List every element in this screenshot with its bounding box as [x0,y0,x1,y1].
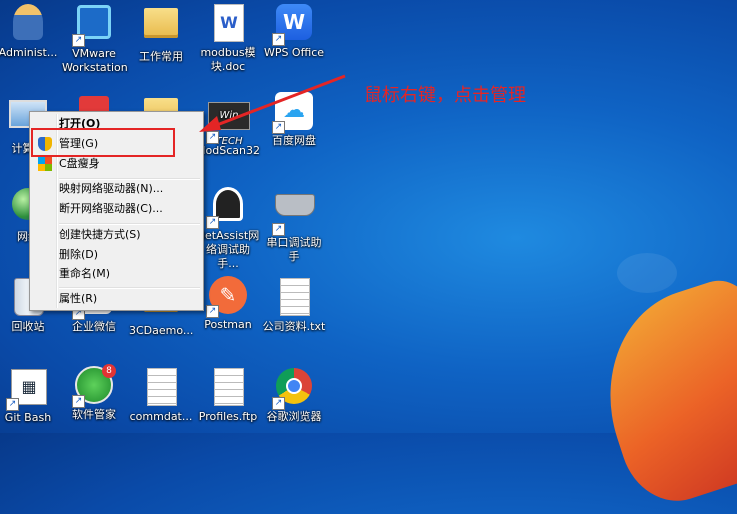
vmware-icon: ↗ [72,5,114,47]
desktop-icon-netassist[interactable]: ↗ NetAssist网络调试助手... [196,184,260,271]
icon-label: commdat... [129,410,193,423]
windows-icon [38,157,52,171]
icon-label: 回收站 [11,320,45,333]
menu-item-c-slim[interactable]: C盘瘦身 [32,154,201,174]
desktop-icon-administrator[interactable]: Administ... [0,2,60,60]
menu-item-label: 映射网络驱动器(N)... [59,182,164,195]
text-file-icon [141,368,181,408]
menu-item-rename[interactable]: 重命名(M) [32,264,201,284]
desktop-icon-profiles-ftp[interactable]: Profiles.ftp [196,366,260,424]
wps-icon: W ↗ [272,4,314,46]
annotation-arrow-icon [199,74,346,132]
desktop-icon-wps[interactable]: W ↗ WPS Office [262,2,326,60]
menu-item-label: C盘瘦身 [59,157,100,170]
icon-label: 谷歌浏览器 [266,410,322,423]
icon-label: Administ... [0,46,58,59]
icon-label: WPS Office [263,46,325,59]
desktop-icon-serial-assistant[interactable]: ↗ 串口调试助手 [262,184,326,264]
chrome-icon: ↗ [272,368,314,410]
user-folder-icon [8,4,48,44]
annotation-text: 鼠标右键，点击管理 [364,85,526,106]
serial-port-icon: ↗ [272,194,315,236]
folder-icon [141,8,181,48]
highlight-box-manage [31,128,175,157]
menu-item-label: 创建快捷方式(S) [59,228,141,241]
menu-item-disconnect-drive[interactable]: 断开网络驱动器(C)... [32,199,201,219]
desktop-icon-vmware[interactable]: ↗ VMware Workstation [62,2,128,75]
icon-label: VMware Workstation [62,47,128,74]
desktop-icon-chrome[interactable]: ↗ 谷歌浏览器 [262,366,326,424]
menu-item-delete[interactable]: 删除(D) [32,245,201,265]
icon-label: 公司资料.txt [262,320,326,333]
icon-label: 3CDaemo... [129,324,194,337]
network-tool-icon: ↗ [206,187,248,229]
menu-item-label: 属性(R) [59,292,98,305]
desktop-icon-commdat[interactable]: commdat... [129,366,193,424]
menu-item-label: 断开网络驱动器(C)... [59,202,163,215]
menu-item-label: 删除(D) [59,248,99,261]
icon-label: 串口调试助手 [266,236,322,263]
icon-label: Git Bash [4,411,52,424]
menu-item-label: 重命名(M) [59,267,111,280]
desktop-icon-company-txt[interactable]: 公司资料.txt [262,276,326,334]
desktop-icon-modbus-doc[interactable]: W modbus模块.doc [196,2,260,74]
desktop-icon-postman[interactable]: ✎ ↗ Postman [196,276,260,332]
icon-label: 企业微信 [72,320,116,333]
desktop-icon-pc-manager[interactable]: 8 ↗ 软件管家 [62,364,126,422]
icon-label: 工作常用 [139,50,183,63]
postman-icon: ✎ ↗ [206,276,248,318]
menu-item-properties[interactable]: 属性(R) [32,289,201,309]
text-file-icon [274,278,314,318]
icon-label: NetAssist网络调试助手... [196,229,260,270]
desktop-icon-git-bash[interactable]: ▦ ↗ Git Bash [0,366,60,425]
word-doc-icon: W [208,4,248,44]
icon-label: Postman [204,318,252,331]
windows-wallpaper-flag [580,271,737,514]
menu-item-create-shortcut[interactable]: 创建快捷方式(S) [32,225,201,245]
wallpaper-glow [617,253,677,293]
menu-item-map-drive[interactable]: 映射网络驱动器(N)... [32,179,201,199]
git-bash-icon: ▦ ↗ [6,369,48,411]
desktop-icon-work-common[interactable]: 工作常用 [129,2,193,64]
icon-label: Profiles.ftp [198,410,258,423]
pc-manager-icon: 8 ↗ [72,364,116,408]
text-file-icon [208,368,248,408]
notification-badge: 8 [102,364,116,378]
icon-label: 软件管家 [72,408,116,421]
